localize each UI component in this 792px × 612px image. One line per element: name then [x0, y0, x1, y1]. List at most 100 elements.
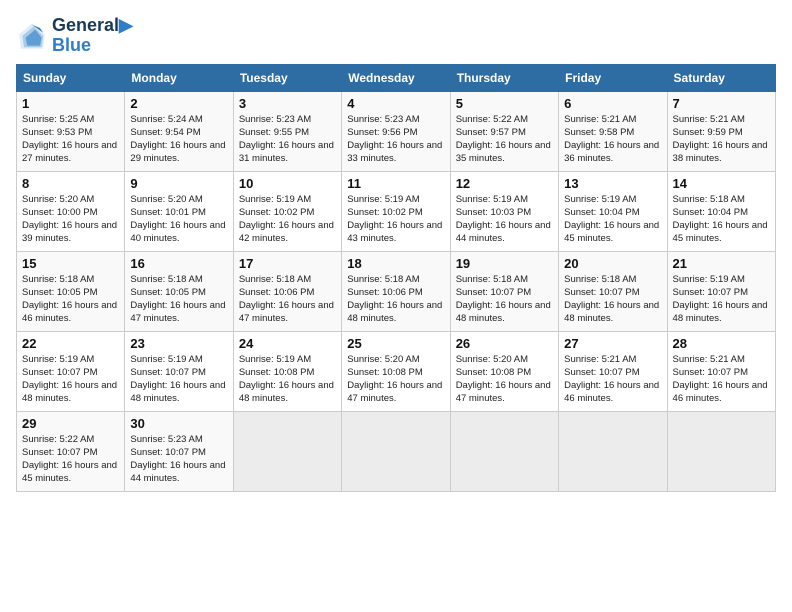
calendar-cell: 11 Sunrise: 5:19 AMSunset: 10:02 PMDaylig…: [342, 171, 450, 251]
calendar-cell: 15 Sunrise: 5:18 AMSunset: 10:05 PMDaylig…: [17, 251, 125, 331]
day-number: 28: [673, 336, 770, 351]
day-info: Sunrise: 5:20 AMSunset: 10:08 PMDaylight…: [456, 353, 553, 406]
day-number: 23: [130, 336, 227, 351]
day-info: Sunrise: 5:18 AMSunset: 10:05 PMDaylight…: [22, 273, 119, 326]
calendar-cell: 19 Sunrise: 5:18 AMSunset: 10:07 PMDaylig…: [450, 251, 558, 331]
col-header-thursday: Thursday: [450, 64, 558, 91]
day-info: Sunrise: 5:23 AMSunset: 10:07 PMDaylight…: [130, 433, 227, 486]
day-number: 5: [456, 96, 553, 111]
day-info: Sunrise: 5:18 AMSunset: 10:07 PMDaylight…: [456, 273, 553, 326]
day-number: 2: [130, 96, 227, 111]
day-number: 18: [347, 256, 444, 271]
calendar-cell: 17 Sunrise: 5:18 AMSunset: 10:06 PMDaylig…: [233, 251, 341, 331]
day-info: Sunrise: 5:24 AMSunset: 9:54 PMDaylight:…: [130, 113, 227, 166]
col-header-monday: Monday: [125, 64, 233, 91]
day-info: Sunrise: 5:23 AMSunset: 9:55 PMDaylight:…: [239, 113, 336, 166]
week-row: 15 Sunrise: 5:18 AMSunset: 10:05 PMDaylig…: [17, 251, 776, 331]
week-row: 22 Sunrise: 5:19 AMSunset: 10:07 PMDaylig…: [17, 331, 776, 411]
calendar-cell: 7 Sunrise: 5:21 AMSunset: 9:59 PMDaylight…: [667, 91, 775, 171]
calendar-cell: [233, 411, 341, 491]
calendar-table: SundayMondayTuesdayWednesdayThursdayFrid…: [16, 64, 776, 492]
day-info: Sunrise: 5:22 AMSunset: 10:07 PMDaylight…: [22, 433, 119, 486]
day-number: 9: [130, 176, 227, 191]
calendar-cell: 2 Sunrise: 5:24 AMSunset: 9:54 PMDaylight…: [125, 91, 233, 171]
day-info: Sunrise: 5:19 AMSunset: 10:02 PMDaylight…: [239, 193, 336, 246]
calendar-cell: 23 Sunrise: 5:19 AMSunset: 10:07 PMDaylig…: [125, 331, 233, 411]
logo-icon: [16, 20, 48, 52]
calendar-cell: 21 Sunrise: 5:19 AMSunset: 10:07 PMDaylig…: [667, 251, 775, 331]
day-info: Sunrise: 5:19 AMSunset: 10:07 PMDaylight…: [673, 273, 770, 326]
col-header-saturday: Saturday: [667, 64, 775, 91]
day-info: Sunrise: 5:18 AMSunset: 10:04 PMDaylight…: [673, 193, 770, 246]
day-number: 22: [22, 336, 119, 351]
calendar-cell: 4 Sunrise: 5:23 AMSunset: 9:56 PMDaylight…: [342, 91, 450, 171]
day-number: 21: [673, 256, 770, 271]
calendar-cell: 30Sunrise: 5:23 AMSunset: 10:07 PMDaylig…: [125, 411, 233, 491]
calendar-cell: 26 Sunrise: 5:20 AMSunset: 10:08 PMDaylig…: [450, 331, 558, 411]
calendar-cell: [450, 411, 558, 491]
day-number: 16: [130, 256, 227, 271]
day-info: Sunrise: 5:18 AMSunset: 10:06 PMDaylight…: [347, 273, 444, 326]
day-info: Sunrise: 5:21 AMSunset: 9:58 PMDaylight:…: [564, 113, 661, 166]
day-info: Sunrise: 5:23 AMSunset: 9:56 PMDaylight:…: [347, 113, 444, 166]
day-info: Sunrise: 5:21 AMSunset: 9:59 PMDaylight:…: [673, 113, 770, 166]
calendar-cell: 6Sunrise: 5:21 AMSunset: 9:58 PMDaylight…: [559, 91, 667, 171]
day-number: 26: [456, 336, 553, 351]
day-number: 1: [22, 96, 119, 111]
day-number: 4: [347, 96, 444, 111]
day-number: 19: [456, 256, 553, 271]
day-info: Sunrise: 5:18 AMSunset: 10:06 PMDaylight…: [239, 273, 336, 326]
col-header-wednesday: Wednesday: [342, 64, 450, 91]
day-info: Sunrise: 5:21 AMSunset: 10:07 PMDaylight…: [564, 353, 661, 406]
logo-text: General▶ Blue: [52, 16, 133, 56]
calendar-cell: 5 Sunrise: 5:22 AMSunset: 9:57 PMDaylight…: [450, 91, 558, 171]
col-header-tuesday: Tuesday: [233, 64, 341, 91]
day-info: Sunrise: 5:19 AMSunset: 10:04 PMDaylight…: [564, 193, 661, 246]
day-number: 13: [564, 176, 661, 191]
day-number: 11: [347, 176, 444, 191]
day-info: Sunrise: 5:20 AMSunset: 10:00 PMDaylight…: [22, 193, 119, 246]
calendar-cell: 3 Sunrise: 5:23 AMSunset: 9:55 PMDaylight…: [233, 91, 341, 171]
day-number: 24: [239, 336, 336, 351]
day-number: 25: [347, 336, 444, 351]
day-number: 15: [22, 256, 119, 271]
calendar-cell: 13 Sunrise: 5:19 AMSunset: 10:04 PMDaylig…: [559, 171, 667, 251]
day-info: Sunrise: 5:19 AMSunset: 10:03 PMDaylight…: [456, 193, 553, 246]
calendar-cell: [342, 411, 450, 491]
day-info: Sunrise: 5:20 AMSunset: 10:01 PMDaylight…: [130, 193, 227, 246]
calendar-cell: 10 Sunrise: 5:19 AMSunset: 10:02 PMDaylig…: [233, 171, 341, 251]
calendar-cell: 22 Sunrise: 5:19 AMSunset: 10:07 PMDaylig…: [17, 331, 125, 411]
calendar-cell: 14 Sunrise: 5:18 AMSunset: 10:04 PMDaylig…: [667, 171, 775, 251]
calendar-cell: 18 Sunrise: 5:18 AMSunset: 10:06 PMDaylig…: [342, 251, 450, 331]
day-info: Sunrise: 5:21 AMSunset: 10:07 PMDaylight…: [673, 353, 770, 406]
page-header: General▶ Blue: [16, 16, 776, 56]
calendar-cell: 24 Sunrise: 5:19 AMSunset: 10:08 PMDaylig…: [233, 331, 341, 411]
calendar-cell: 8Sunrise: 5:20 AMSunset: 10:00 PMDayligh…: [17, 171, 125, 251]
day-number: 14: [673, 176, 770, 191]
day-info: Sunrise: 5:18 AMSunset: 10:07 PMDaylight…: [564, 273, 661, 326]
day-info: Sunrise: 5:19 AMSunset: 10:07 PMDaylight…: [22, 353, 119, 406]
day-number: 20: [564, 256, 661, 271]
calendar-cell: 27Sunrise: 5:21 AMSunset: 10:07 PMDaylig…: [559, 331, 667, 411]
calendar-cell: 12Sunrise: 5:19 AMSunset: 10:03 PMDaylig…: [450, 171, 558, 251]
day-info: Sunrise: 5:19 AMSunset: 10:08 PMDaylight…: [239, 353, 336, 406]
day-info: Sunrise: 5:19 AMSunset: 10:07 PMDaylight…: [130, 353, 227, 406]
calendar-cell: [667, 411, 775, 491]
day-number: 7: [673, 96, 770, 111]
day-number: 10: [239, 176, 336, 191]
calendar-cell: 16Sunrise: 5:18 AMSunset: 10:05 PMDaylig…: [125, 251, 233, 331]
logo: General▶ Blue: [16, 16, 133, 56]
day-info: Sunrise: 5:19 AMSunset: 10:02 PMDaylight…: [347, 193, 444, 246]
day-number: 17: [239, 256, 336, 271]
day-info: Sunrise: 5:22 AMSunset: 9:57 PMDaylight:…: [456, 113, 553, 166]
week-row: 29Sunrise: 5:22 AMSunset: 10:07 PMDaylig…: [17, 411, 776, 491]
calendar-cell: 1 Sunrise: 5:25 AMSunset: 9:53 PMDaylight…: [17, 91, 125, 171]
col-header-sunday: Sunday: [17, 64, 125, 91]
day-info: Sunrise: 5:25 AMSunset: 9:53 PMDaylight:…: [22, 113, 119, 166]
calendar-cell: 28 Sunrise: 5:21 AMSunset: 10:07 PMDaylig…: [667, 331, 775, 411]
day-number: 3: [239, 96, 336, 111]
calendar-cell: 20 Sunrise: 5:18 AMSunset: 10:07 PMDaylig…: [559, 251, 667, 331]
calendar-cell: 9 Sunrise: 5:20 AMSunset: 10:01 PMDayligh…: [125, 171, 233, 251]
col-header-friday: Friday: [559, 64, 667, 91]
calendar-cell: 25Sunrise: 5:20 AMSunset: 10:08 PMDaylig…: [342, 331, 450, 411]
